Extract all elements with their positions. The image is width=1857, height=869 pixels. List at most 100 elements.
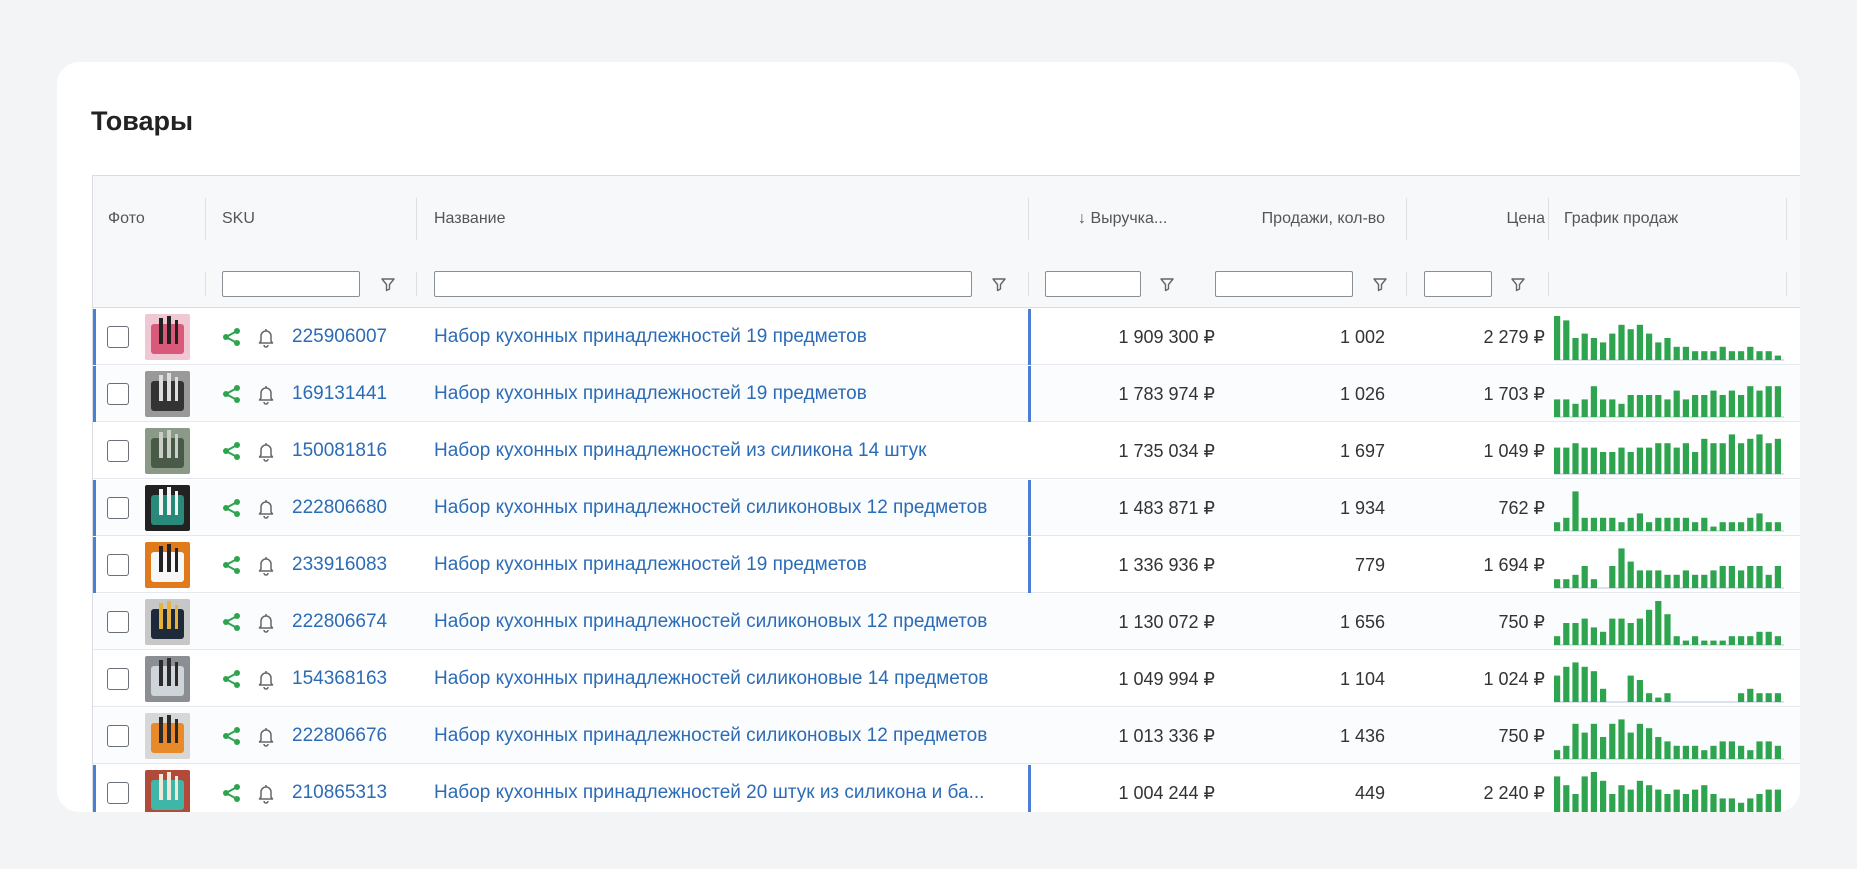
product-photo[interactable] xyxy=(145,314,190,360)
sales-sparkline[interactable] xyxy=(1554,486,1784,532)
product-photo[interactable] xyxy=(145,656,190,702)
product-name-link[interactable]: Набор кухонных принадлежностей 19 предме… xyxy=(434,309,999,365)
table-row[interactable]: 154368163 Набор кухонных принадлежностей … xyxy=(93,651,1800,707)
filter-icon[interactable] xyxy=(1159,276,1175,292)
bell-icon[interactable] xyxy=(255,440,277,462)
share-icon[interactable] xyxy=(221,554,243,576)
sparkline-bar xyxy=(1554,776,1561,812)
col-revenue[interactable]: ↓ Выручка... xyxy=(1078,176,1178,262)
col-separator[interactable] xyxy=(1028,198,1029,240)
product-photo[interactable] xyxy=(145,542,190,588)
table-row[interactable]: 210865313 Набор кухонных принадлежностей … xyxy=(93,765,1800,812)
col-photo[interactable]: Фото xyxy=(108,176,145,262)
row-checkbox[interactable] xyxy=(107,725,129,747)
col-separator[interactable] xyxy=(416,198,417,240)
product-photo[interactable] xyxy=(145,599,190,645)
share-icon[interactable] xyxy=(221,611,243,633)
row-checkbox[interactable] xyxy=(107,668,129,690)
filter-icon[interactable] xyxy=(380,276,396,292)
bell-icon[interactable] xyxy=(255,326,277,348)
sku-link[interactable]: 225906007 xyxy=(292,309,387,365)
sales-sparkline[interactable] xyxy=(1554,315,1784,361)
col-separator[interactable] xyxy=(1786,198,1787,240)
bell-icon[interactable] xyxy=(255,668,277,690)
bell-icon[interactable] xyxy=(255,497,277,519)
filter-icon[interactable] xyxy=(1510,276,1526,292)
table-row[interactable]: 233916083 Набор кухонных принадлежностей … xyxy=(93,537,1800,593)
sku-link[interactable]: 222806680 xyxy=(292,480,387,536)
sparkline-bar xyxy=(1701,351,1708,360)
sales-sparkline[interactable] xyxy=(1554,714,1784,760)
share-icon[interactable] xyxy=(221,725,243,747)
product-name-link[interactable]: Набор кухонных принадлежностей силиконов… xyxy=(434,708,999,764)
table-row[interactable]: 222806680 Набор кухонных принадлежностей … xyxy=(93,480,1800,536)
sku-filter-input[interactable] xyxy=(222,271,360,297)
filter-icon[interactable] xyxy=(991,276,1007,292)
col-name[interactable]: Название xyxy=(434,176,506,262)
product-name-link[interactable]: Набор кухонных принадлежностей 20 штук и… xyxy=(434,765,999,812)
product-name-link[interactable]: Набор кухонных принадлежностей 19 предме… xyxy=(434,537,999,593)
share-icon[interactable] xyxy=(221,497,243,519)
share-icon[interactable] xyxy=(221,383,243,405)
row-checkbox[interactable] xyxy=(107,497,129,519)
col-separator[interactable] xyxy=(205,198,206,240)
row-checkbox[interactable] xyxy=(107,326,129,348)
name-filter-input[interactable] xyxy=(434,271,972,297)
sku-link[interactable]: 222806674 xyxy=(292,594,387,650)
share-icon[interactable] xyxy=(221,782,243,804)
col-separator[interactable] xyxy=(1406,198,1407,240)
sku-link[interactable]: 154368163 xyxy=(292,651,387,707)
sales-sparkline[interactable] xyxy=(1554,543,1784,589)
sku-link[interactable]: 169131441 xyxy=(292,366,387,422)
sku-link[interactable]: 222806676 xyxy=(292,708,387,764)
share-icon[interactable] xyxy=(221,326,243,348)
table-row[interactable]: 169131441 Набор кухонных принадлежностей … xyxy=(93,366,1800,422)
table-row[interactable]: 150081816 Набор кухонных принадлежностей … xyxy=(93,423,1800,479)
product-photo[interactable] xyxy=(145,485,190,531)
product-name-link[interactable]: Набор кухонных принадлежностей из силико… xyxy=(434,423,999,479)
col-sales-qty[interactable]: Продажи, кол-во xyxy=(1252,176,1385,262)
sparkline-bar xyxy=(1572,662,1579,702)
share-icon[interactable] xyxy=(221,440,243,462)
row-checkbox[interactable] xyxy=(107,554,129,576)
product-name-link[interactable]: Набор кухонных принадлежностей 19 предме… xyxy=(434,366,999,422)
sku-link[interactable]: 150081816 xyxy=(292,423,387,479)
bell-icon[interactable] xyxy=(255,554,277,576)
product-photo[interactable] xyxy=(145,713,190,759)
revenue-filter-input[interactable] xyxy=(1045,271,1141,297)
row-checkbox[interactable] xyxy=(107,383,129,405)
row-checkbox[interactable] xyxy=(107,611,129,633)
col-sku[interactable]: SKU xyxy=(222,176,255,262)
sku-link[interactable]: 210865313 xyxy=(292,765,387,812)
sku-link[interactable]: 233916083 xyxy=(292,537,387,593)
product-photo[interactable] xyxy=(145,371,190,417)
table-row[interactable]: 225906007 Набор кухонных принадлежностей … xyxy=(93,309,1800,365)
product-name-link[interactable]: Набор кухонных принадлежностей силиконов… xyxy=(434,651,999,707)
bell-icon[interactable] xyxy=(255,725,277,747)
filter-icon[interactable] xyxy=(1372,276,1388,292)
sales-sparkline[interactable] xyxy=(1554,771,1784,812)
col-price[interactable]: Цена xyxy=(1453,176,1545,262)
table-row[interactable]: 222806676 Набор кухонных принадлежностей … xyxy=(93,708,1800,764)
share-icon[interactable] xyxy=(221,668,243,690)
bell-icon[interactable] xyxy=(255,611,277,633)
sales-sparkline[interactable] xyxy=(1554,657,1784,703)
col-sales-chart[interactable]: График продаж xyxy=(1564,176,1678,262)
col-separator[interactable] xyxy=(1548,198,1549,240)
price-filter-input[interactable] xyxy=(1424,271,1492,297)
row-checkbox[interactable] xyxy=(107,782,129,804)
sparkline-bar xyxy=(1673,447,1680,474)
product-name-link[interactable]: Набор кухонных принадлежностей силиконов… xyxy=(434,594,999,650)
product-photo[interactable] xyxy=(145,770,190,812)
product-photo[interactable] xyxy=(145,428,190,474)
table-row[interactable]: 222806674 Набор кухонных принадлежностей … xyxy=(93,594,1800,650)
row-checkbox[interactable] xyxy=(107,440,129,462)
sales-filter-input[interactable] xyxy=(1215,271,1353,297)
sales-sparkline[interactable] xyxy=(1554,372,1784,418)
sparkline-bar xyxy=(1765,351,1772,360)
bell-icon[interactable] xyxy=(255,383,277,405)
product-name-link[interactable]: Набор кухонных принадлежностей силиконов… xyxy=(434,480,999,536)
bell-icon[interactable] xyxy=(255,782,277,804)
sales-sparkline[interactable] xyxy=(1554,600,1784,646)
sales-sparkline[interactable] xyxy=(1554,429,1784,475)
